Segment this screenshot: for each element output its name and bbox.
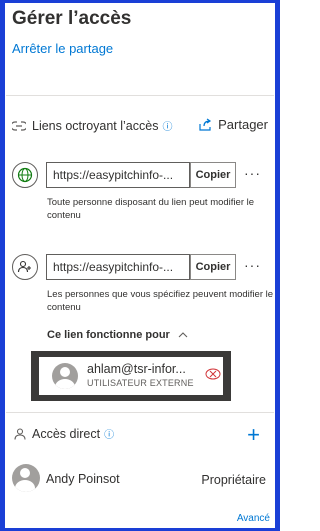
share-label: Partager: [218, 117, 268, 132]
more-options-icon[interactable]: ···: [244, 257, 261, 273]
direct-access-heading: Accès direct ⓘ: [14, 426, 114, 441]
links-heading-text: Liens octroyant l’accès: [32, 118, 159, 133]
advanced-link[interactable]: Avancé: [237, 513, 270, 524]
chevron-up-icon: [178, 332, 188, 338]
owner-name: Andy Poinsot: [46, 472, 120, 486]
link-description: Toute personne disposant du lien peut mo…: [47, 197, 255, 221]
person-icon: [14, 427, 26, 440]
copy-button[interactable]: Copier: [190, 254, 236, 280]
panel-title: Gérer l’accès: [12, 8, 132, 29]
globe-icon: [12, 162, 38, 188]
more-options-icon[interactable]: ···: [244, 165, 261, 181]
person-role: UTILISATEUR EXTERNE: [87, 378, 194, 388]
remove-user-icon[interactable]: [205, 367, 221, 384]
works-for-toggle[interactable]: Ce lien fonctionne pour: [47, 329, 188, 341]
person-name: ahlam@tsr-infor...: [87, 362, 186, 376]
link-description: Les personnes que vous spécifiez peuvent…: [47, 289, 274, 313]
owner-role[interactable]: Propriétaire: [201, 473, 266, 487]
avatar: [12, 464, 40, 492]
copy-button[interactable]: Copier: [190, 162, 236, 188]
people-icon: [12, 254, 38, 280]
share-button[interactable]: Partager: [198, 117, 268, 132]
info-icon[interactable]: ⓘ: [162, 118, 172, 133]
works-for-label: Ce lien fonctionne pour: [47, 329, 170, 341]
person-item: ahlam@tsr-infor... UTILISATEUR EXTERNE: [39, 357, 223, 395]
link-url-field[interactable]: https://easypitchinfo-...: [46, 162, 190, 188]
stop-sharing-link[interactable]: Arrêter le partage: [12, 41, 113, 56]
links-section-heading: Liens octroyant l’accès ⓘ: [12, 118, 172, 133]
info-icon[interactable]: ⓘ: [104, 426, 114, 441]
link-icon: [12, 120, 26, 131]
link-url-field[interactable]: https://easypitchinfo-...: [46, 254, 190, 280]
avatar: [52, 363, 78, 389]
divider: [6, 95, 274, 96]
divider: [6, 412, 274, 413]
add-person-button[interactable]: +: [247, 422, 260, 448]
share-icon: [198, 118, 212, 132]
direct-access-text: Accès direct: [32, 426, 101, 441]
